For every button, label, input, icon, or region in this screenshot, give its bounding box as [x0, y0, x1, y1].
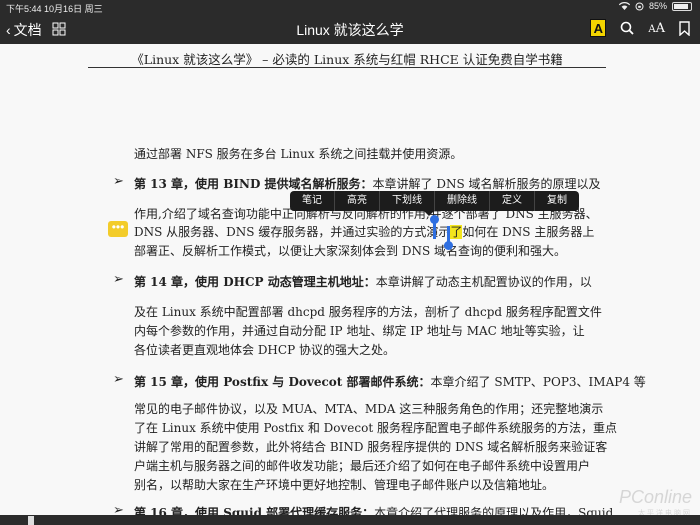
chapter-13-line-1: 第 13 章，使用 BIND 提供域名解析服务：本章讲解了 DNS 域名解析服务… [134, 175, 601, 192]
note-icon[interactable]: ••• [108, 221, 128, 237]
chapter-14-title: 第 14 章，使用 DHCP 动态管理主机地址： [134, 275, 376, 289]
status-right: 85% [618, 1, 692, 11]
menu-highlight[interactable]: 高亮 [335, 191, 380, 211]
text-line: 了在 Linux 系统中使用 Postfix 和 Dovecot 服务程序配置电… [134, 421, 617, 435]
status-bar: 下午5:44 10月16日 周三 85% [0, 0, 700, 14]
font-big-label: A [655, 20, 665, 36]
search-icon[interactable] [620, 21, 635, 35]
text-line: 及在 Linux 系统中配置部署 dhcpd 服务程序的方法，剖析了 dhcpd… [134, 305, 602, 319]
battery-fill [674, 3, 688, 9]
text-span: DNS 从服务器、DNS 缓存服务器，并通过实验的方式演示 [134, 225, 451, 239]
chapter-13-text: 本章讲解了 DNS 域名解析服务的原理以及 [372, 177, 601, 191]
nav-bar: ‹ 文档 Linux 就该这么学 A AA [0, 14, 700, 44]
menu-strikethrough[interactable]: 删除线 [435, 191, 490, 211]
watermark-brand: PConline [618, 487, 692, 507]
menu-copy[interactable]: 复制 [535, 191, 579, 211]
wifi-icon [618, 2, 630, 10]
chapter-15-line-1: 第 15 章，使用 Postfix 与 Dovecot 部署邮件系统：本章介绍了… [134, 373, 646, 390]
scroll-thumb[interactable] [28, 516, 34, 525]
selection-end-handle[interactable] [444, 226, 453, 250]
chapter-14-text: 本章讲解了动态主机配置协议的作用，以 [375, 275, 592, 289]
battery-icon [672, 1, 692, 11]
menu-underline[interactable]: 下划线 [380, 191, 435, 211]
highlighted-text[interactable]: 了 [450, 225, 463, 239]
status-time: 下午5:44 [6, 4, 42, 14]
rotation-lock-icon [635, 2, 644, 10]
page-header: 《Linux 就该这么学》 – 必读的 Linux 系统与红帽 RHCE 认证免… [131, 52, 563, 67]
chapter-13-title: 第 13 章，使用 BIND 提供域名解析服务： [134, 177, 373, 191]
battery-percent: 85% [648, 1, 667, 11]
status-date: 10月16日 周三 [44, 4, 103, 14]
bullet-icon: ➢ [113, 174, 124, 189]
bullet-icon: ➢ [113, 272, 124, 287]
selected-text-line[interactable]: DNS 从服务器、DNS 缓存服务器，并通过实验的方式演示了如何在 DNS 主服… [134, 223, 594, 240]
text-context-menu: 笔记 高亮 下划线 删除线 定义 复制 [290, 191, 579, 216]
text-line: 户端主机与服务器之间的邮件收发功能；最后还介绍了如何在电子邮件系统中设置用户 [134, 459, 591, 473]
menu-define[interactable]: 定义 [490, 191, 535, 211]
text-line: 讲解了常用的配置参数，此外将结合 BIND 服务程序提供的 DNS 域名解析服务… [134, 440, 608, 454]
chapter-14-line-1: 第 14 章，使用 DHCP 动态管理主机地址：本章讲解了动态主机配置协议的作用… [134, 273, 592, 290]
chapter-15-text: 本章介绍了 SMTP、POP3、IMAP4 等 [430, 375, 646, 389]
text-line: 各位读者更直观地体会 DHCP 协议的强大之处。 [134, 343, 395, 357]
selection-start-handle[interactable] [430, 215, 439, 239]
font-small-label: A [648, 23, 656, 35]
nav-actions: A AA [590, 19, 690, 37]
menu-note[interactable]: 笔记 [290, 191, 335, 211]
page-scrollbar[interactable] [0, 515, 700, 525]
highlight-button[interactable]: A [590, 19, 607, 37]
text-span: 如何在 DNS 主服务器上 [462, 225, 595, 239]
watermark-logo: PConline 太平洋电脑网 [619, 487, 692, 518]
text-line: 内每个参数的作用，并通过自动分配 IP 地址、绑定 IP 地址与 MAC 地址等… [134, 324, 585, 338]
bookmark-icon[interactable] [679, 20, 690, 36]
font-size-button[interactable]: AA [648, 21, 665, 36]
text-line: 别名，以帮助大家在生产环境中更好地控制、管理电子邮件账户以及信箱地址。 [134, 478, 555, 492]
chapter-15-title: 第 15 章，使用 Postfix 与 Dovecot 部署邮件系统： [134, 375, 431, 389]
header-rule [88, 67, 606, 68]
text-line: 通过部署 NFS 服务在多台 Linux 系统之间挂载并使用资源。 [134, 147, 463, 161]
text-line: 常见的电子邮件协议，以及 MUA、MTA、MDA 这三种服务角色的作用；还完整地… [134, 402, 604, 416]
text-line: 部署正、反解析工作模式，以便让大家深刻体会到 DNS 域名查询的便利和强大。 [134, 244, 566, 258]
bullet-icon: ➢ [113, 372, 124, 387]
